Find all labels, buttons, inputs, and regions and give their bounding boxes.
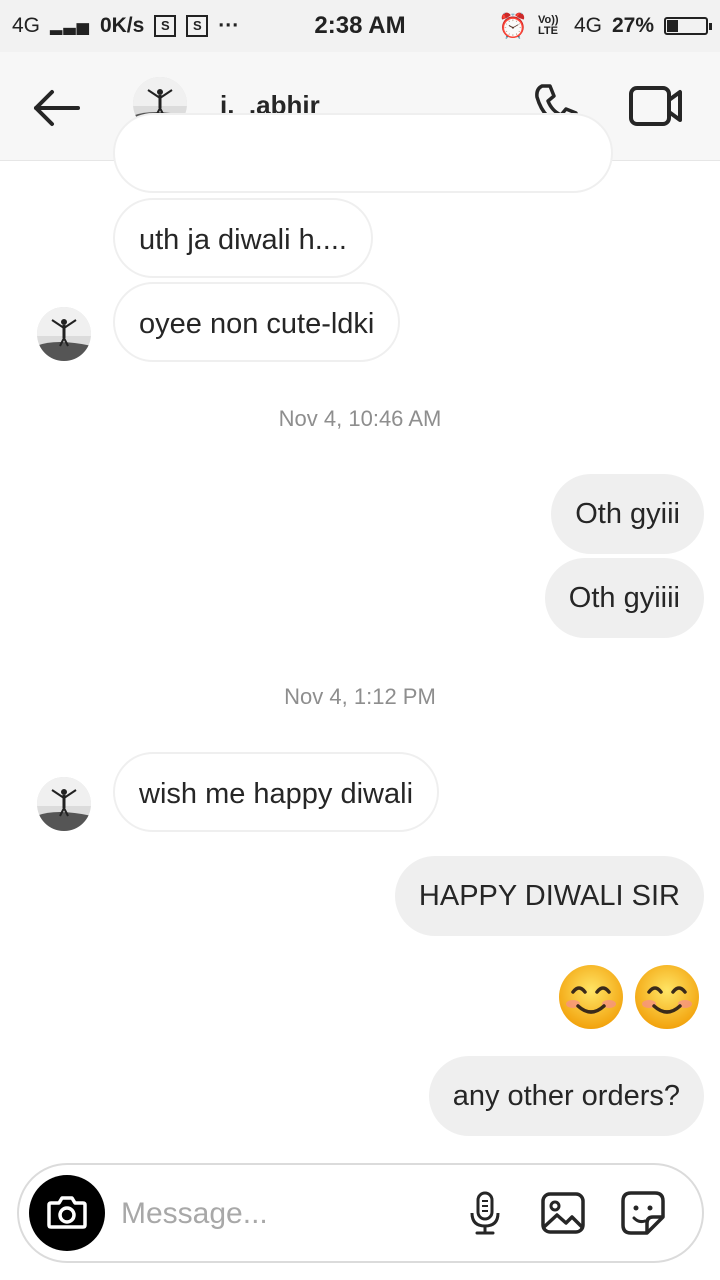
message-composer — [17, 1163, 704, 1263]
video-call-icon[interactable] — [628, 82, 684, 130]
incoming-message[interactable]: wish me happy diwali — [113, 752, 440, 832]
smiling-face-icon[interactable] — [632, 962, 702, 1032]
smiling-face-icon[interactable] — [556, 962, 626, 1032]
message-timestamp: Nov 4, 10:46 AM — [278, 406, 442, 431]
battery-fill — [667, 20, 678, 32]
volte-badge: Vo)) LTE — [537, 14, 559, 37]
screenshot-icon: S — [186, 15, 209, 37]
screenshot-icon: S — [154, 15, 177, 37]
network-type-right: 4G — [573, 14, 602, 37]
network-speed: 0K/s — [99, 14, 145, 37]
outgoing-message[interactable]: any other orders? — [428, 1056, 704, 1136]
alarm-icon: ⏰ — [498, 12, 528, 40]
battery-percent: 27% — [611, 14, 654, 37]
outgoing-message[interactable]: HAPPY DIWALI SIR — [394, 856, 704, 936]
signal-icon: ▂▃▅ — [50, 18, 90, 35]
avatar[interactable] — [36, 306, 92, 362]
incoming-message[interactable]: oyee non cute-ldki — [113, 282, 401, 362]
sticker-icon[interactable] — [619, 1189, 667, 1237]
message-bubble-partial — [113, 113, 613, 193]
battery-icon — [664, 17, 712, 35]
message-input[interactable] — [119, 1185, 443, 1243]
network-type: 4G — [12, 14, 41, 37]
outgoing-message[interactable]: Oth gyiiii — [544, 558, 704, 638]
microphone-icon[interactable] — [461, 1189, 509, 1237]
gallery-icon[interactable] — [539, 1189, 587, 1237]
back-arrow-icon[interactable] — [30, 82, 82, 134]
message-timestamp: Nov 4, 1:12 PM — [284, 684, 436, 709]
outgoing-message[interactable]: Oth gyiii — [551, 474, 704, 554]
avatar[interactable] — [36, 776, 92, 832]
camera-icon — [47, 1196, 87, 1229]
incoming-message[interactable]: uth ja diwali h.... — [113, 198, 373, 278]
more-notifications-icon: ··· — [218, 14, 240, 37]
camera-button[interactable] — [29, 1175, 105, 1251]
status-bar: 4G ▂▃▅ 0K/s S S ··· 2:38 AM ⏰ Vo)) LTE 4… — [0, 0, 720, 52]
